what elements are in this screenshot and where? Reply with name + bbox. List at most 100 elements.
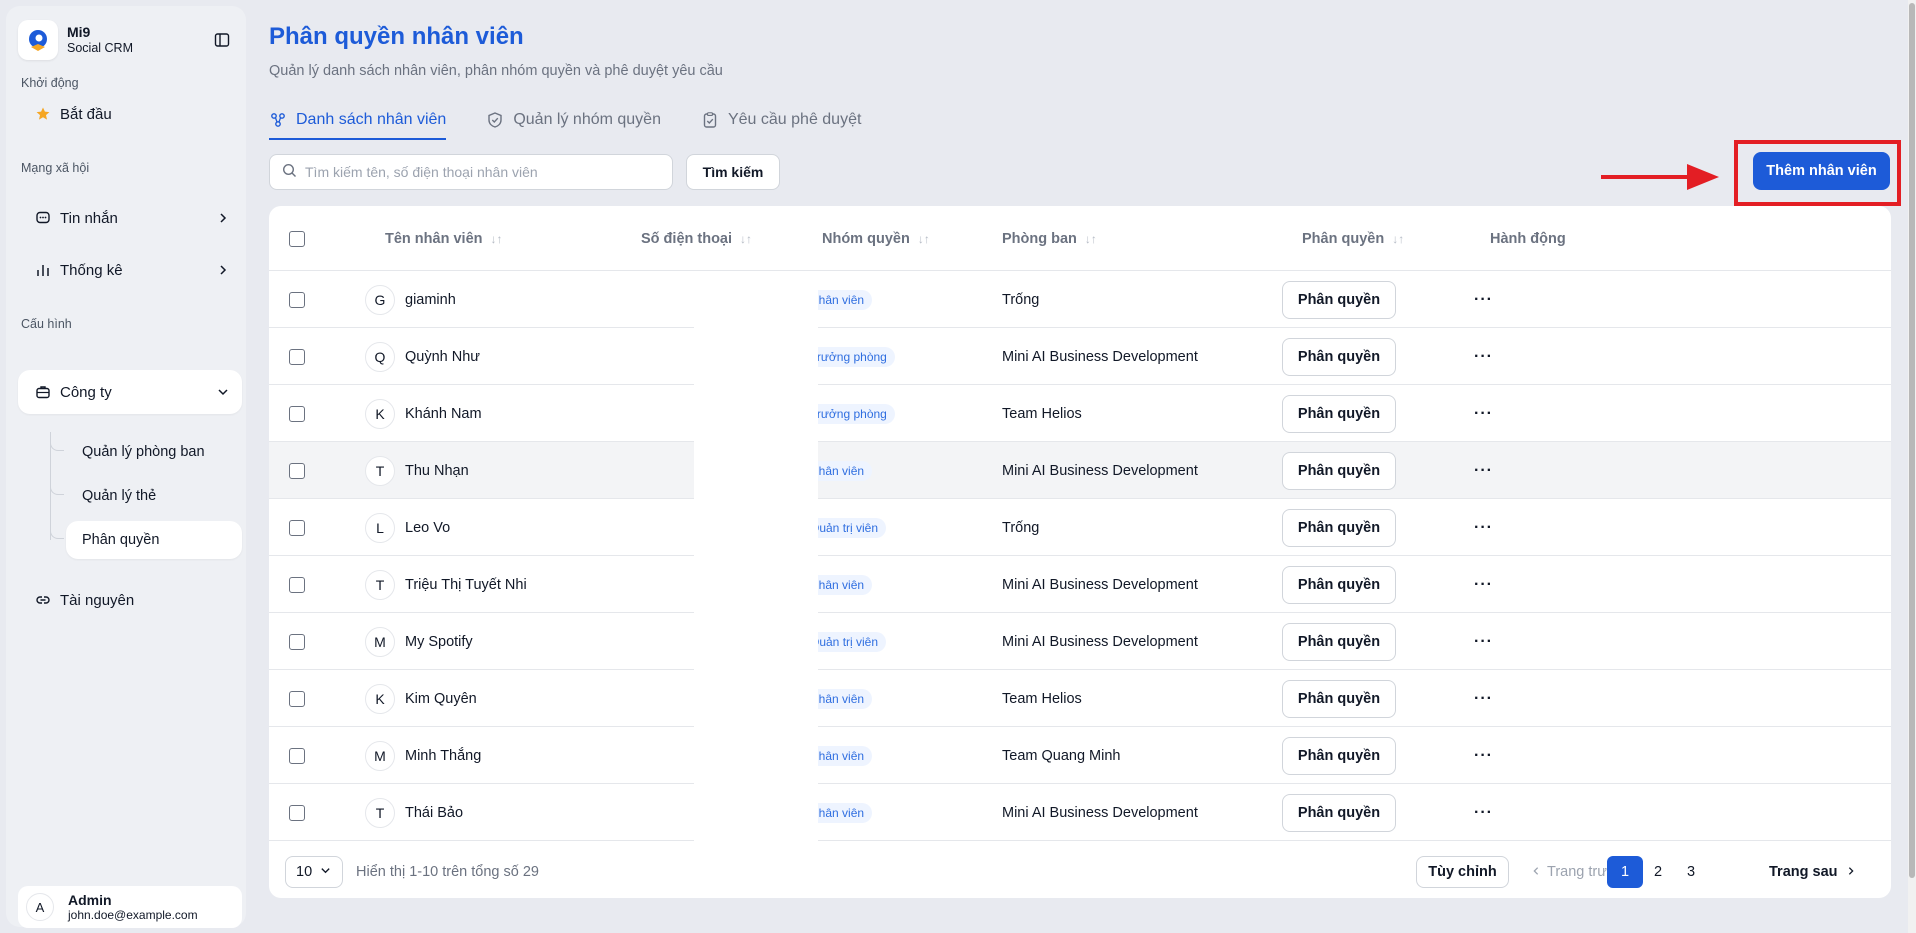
bar-chart-icon: [34, 261, 52, 279]
sidebar-sub-item-tags[interactable]: Quản lý thẻ: [66, 477, 242, 515]
sidebar-sub-item-permissions[interactable]: Phân quyền: [66, 521, 242, 559]
table-row[interactable]: K Khánh Nam Trưởng phòng Team Helios Phân qu…: [269, 385, 1891, 442]
brand-logo-icon: [18, 20, 58, 60]
column-header-phone[interactable]: Số điện thoại ↓↑: [641, 206, 752, 271]
column-header-permission[interactable]: Phân quyền ↓↑: [1302, 206, 1404, 271]
brand[interactable]: Mi9 Social CRM: [18, 20, 133, 60]
sidebar-sub-item-departments[interactable]: Quản lý phòng ban: [66, 433, 242, 471]
assign-permission-button[interactable]: Phân quyền: [1282, 394, 1396, 433]
sidebar-toggle-icon[interactable]: [212, 30, 232, 50]
table-row[interactable]: T Thu Nhạn Nhân viên Mini AI Business Devel…: [269, 442, 1891, 499]
assign-permission-button[interactable]: Phân quyền: [1282, 622, 1396, 661]
assign-permission-button[interactable]: Phân quyền: [1282, 793, 1396, 832]
sidebar-item-messages[interactable]: Tin nhắn: [18, 196, 242, 240]
tab-approval-requests[interactable]: Yêu cầu phê duyệt: [701, 102, 861, 138]
next-page-button[interactable]: Trang sau: [1769, 856, 1856, 888]
tab-label: Danh sách nhân viên: [296, 111, 447, 128]
assign-permission-button[interactable]: Phân quyền: [1282, 451, 1396, 490]
more-actions-icon[interactable]: ···: [1474, 348, 1493, 366]
table-row[interactable]: T Triệu Thị Tuyết Nhi Nhân viên Mini AI Bus…: [269, 556, 1891, 613]
customize-button[interactable]: Tùy chỉnh: [1416, 856, 1509, 888]
table-row[interactable]: T Thái Bảo Nhân viên Mini AI Business Devel…: [269, 784, 1891, 841]
department-text: Team Quang Minh: [1002, 747, 1121, 764]
column-header-action: Hành động: [1490, 230, 1566, 247]
sidebar: Mi9 Social CRM Khởi động Bắt đầu Mạng xã…: [6, 6, 246, 928]
sidebar-item-resources[interactable]: Tài nguyên: [18, 578, 242, 622]
assign-permission-button[interactable]: Phân quyền: [1282, 280, 1396, 319]
employee-name: Minh Thắng: [405, 747, 482, 764]
row-checkbox[interactable]: [289, 519, 305, 536]
search-button[interactable]: Tìm kiếm: [686, 154, 780, 190]
row-checkbox[interactable]: [289, 291, 305, 308]
more-actions-icon[interactable]: ···: [1474, 291, 1493, 309]
tree-connector: [50, 483, 64, 495]
pagination-info: Hiển thị 1-10 trên tổng số 29: [356, 864, 539, 880]
row-checkbox[interactable]: [289, 804, 305, 821]
employee-name: Quỳnh Như: [405, 348, 480, 365]
sidebar-item-label: Công ty: [60, 383, 112, 401]
section-label-social: Mạng xã hội: [21, 161, 90, 175]
column-header-group[interactable]: Nhóm quyền ↓↑: [822, 206, 930, 271]
assign-permission-button[interactable]: Phân quyền: [1282, 679, 1396, 718]
row-checkbox[interactable]: [289, 348, 305, 365]
employee-avatar: L: [365, 512, 395, 543]
row-checkbox[interactable]: [289, 690, 305, 707]
tab-employee-list[interactable]: Danh sách nhân viên: [269, 102, 447, 140]
user-card[interactable]: A Admin john.doe@example.com: [18, 886, 242, 928]
sidebar-item-label: Tin nhắn: [60, 209, 118, 227]
employee-name: Khánh Nam: [405, 405, 482, 422]
scrollbar-thumb[interactable]: [1909, 3, 1915, 878]
briefcase-icon: [34, 383, 52, 401]
page-size-select[interactable]: 10: [285, 856, 343, 888]
row-checkbox[interactable]: [289, 405, 305, 422]
more-actions-icon[interactable]: ···: [1474, 747, 1493, 765]
tree-connector: [50, 439, 64, 451]
more-actions-icon[interactable]: ···: [1474, 462, 1493, 480]
row-checkbox[interactable]: [289, 462, 305, 479]
more-actions-icon[interactable]: ···: [1474, 576, 1493, 594]
column-header-department[interactable]: Phòng ban ↓↑: [1002, 206, 1097, 271]
table-row[interactable]: M Minh Thắng Nhân viên Team Quang Minh Phân …: [269, 727, 1891, 784]
more-actions-icon[interactable]: ···: [1474, 690, 1493, 708]
more-actions-icon[interactable]: ···: [1474, 633, 1493, 651]
column-header-name[interactable]: Tên nhân viên ↓↑: [385, 206, 503, 271]
row-checkbox[interactable]: [289, 747, 305, 764]
table-row[interactable]: L Leo Vo Quản trị viên Trống Phân quyền ···: [269, 499, 1891, 556]
more-actions-icon[interactable]: ···: [1474, 804, 1493, 822]
row-checkbox[interactable]: [289, 576, 305, 593]
sidebar-item-company[interactable]: Công ty: [18, 370, 242, 414]
sort-icon: ↓↑: [490, 231, 503, 246]
more-actions-icon[interactable]: ···: [1474, 405, 1493, 423]
table-row[interactable]: K Kim Quyên Nhân viên Team Helios Phân quyền…: [269, 670, 1891, 727]
assign-permission-button[interactable]: Phân quyền: [1282, 736, 1396, 775]
page-3-button[interactable]: 3: [1673, 856, 1709, 888]
select-all-checkbox[interactable]: [289, 230, 305, 247]
employee-name: Thái Bảo: [405, 804, 464, 821]
avatar: A: [26, 893, 54, 921]
add-employee-button[interactable]: Thêm nhân viên: [1753, 152, 1890, 190]
page-1-button[interactable]: 1: [1607, 856, 1643, 888]
sidebar-item-stats[interactable]: Thống kê: [18, 248, 242, 292]
tab-permission-groups[interactable]: Quản lý nhóm quyền: [486, 102, 661, 138]
row-checkbox[interactable]: [289, 633, 305, 650]
tree-connector: [50, 527, 64, 539]
clipboard-check-icon: [701, 111, 719, 129]
sidebar-item-begin[interactable]: Bắt đầu: [18, 92, 242, 136]
user-email: john.doe@example.com: [68, 907, 198, 922]
table-row[interactable]: Ggiaminh Nhân viên Trống Phân quyền ···: [269, 271, 1891, 328]
assign-permission-button[interactable]: Phân quyền: [1282, 337, 1396, 376]
phone-column-mask: [694, 271, 818, 841]
scrollbar[interactable]: [1908, 0, 1916, 933]
table-row[interactable]: M My Spotify Quản trị viên Mini AI Business…: [269, 613, 1891, 670]
assign-permission-button[interactable]: Phân quyền: [1282, 508, 1396, 547]
chevron-right-icon: [1846, 864, 1856, 880]
assign-permission-button[interactable]: Phân quyền: [1282, 565, 1396, 604]
page-title: Phân quyền nhân viên: [269, 23, 524, 50]
sidebar-item-label: Bắt đầu: [60, 105, 112, 123]
search-input[interactable]: [305, 164, 672, 180]
table-row[interactable]: Q Quỳnh Như Trưởng phòng Mini AI Business D…: [269, 328, 1891, 385]
department-text: Mini AI Business Development: [1002, 576, 1198, 593]
shield-check-icon: [486, 111, 504, 129]
more-actions-icon[interactable]: ···: [1474, 519, 1493, 537]
page-2-button[interactable]: 2: [1640, 856, 1676, 888]
